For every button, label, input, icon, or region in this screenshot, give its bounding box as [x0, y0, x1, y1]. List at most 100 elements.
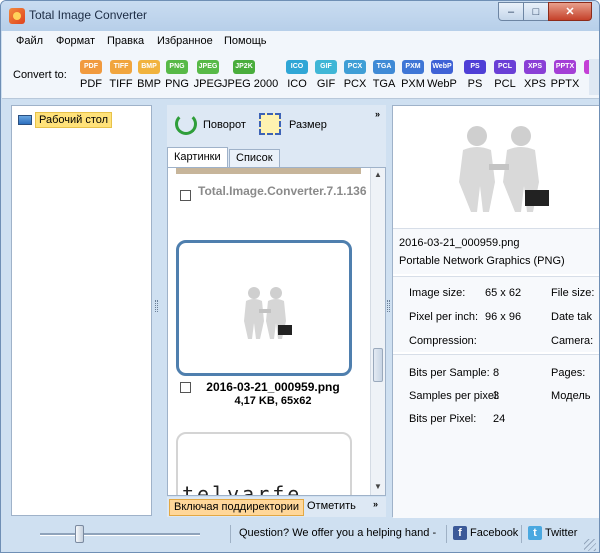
bits-per-pixel-label: Bits per Pixel:: [409, 413, 477, 425]
xps-format-icon: XPS: [524, 60, 546, 74]
desktop-icon: [18, 115, 32, 125]
convert-pdf-button[interactable]: PDF PDF: [76, 60, 106, 90]
info-filetype: Portable Network Graphics (PNG): [399, 255, 565, 267]
tree-item-desktop[interactable]: Рабочий стол: [18, 112, 113, 128]
app-logo-icon: [9, 8, 25, 24]
format-label: BMP: [137, 78, 161, 90]
preview-image: [459, 126, 549, 212]
minimize-button[interactable]: –: [498, 2, 524, 21]
convert-xps-button[interactable]: XPS XPS: [520, 60, 550, 90]
folder-tree[interactable]: Рабочий стол: [11, 105, 152, 516]
convert-gif-button[interactable]: GIF GIF: [311, 60, 341, 90]
format-label: PDF: [80, 78, 102, 90]
convert-bmp-button[interactable]: BMP BMP: [134, 60, 164, 90]
menu-format[interactable]: Формат: [56, 35, 95, 47]
format-label: PCX: [343, 78, 367, 90]
convert-pcl-button[interactable]: PCL PCL: [490, 60, 520, 90]
zoom-slider-thumb[interactable]: [75, 525, 84, 543]
convert-jpeg2000-button[interactable]: JP2K JPEG 2000: [222, 60, 278, 90]
convert-pxm-button[interactable]: PXM PXM: [398, 60, 428, 90]
model-label: Модель: [551, 390, 591, 402]
image-properties: Image size: 65 x 62 File size: Pixel per…: [393, 276, 599, 352]
jpeg-format-icon: JPEG: [197, 60, 219, 74]
webp-format-icon: WebP: [431, 60, 453, 74]
tab-pictures[interactable]: Картинки: [167, 147, 228, 167]
resize-button[interactable]: Размер: [289, 119, 327, 131]
mark-button[interactable]: Отметить: [303, 499, 360, 516]
date-taken-label: Date tak: [551, 311, 592, 323]
convert-pcx-button[interactable]: PCX PCX: [340, 60, 370, 90]
file-checkbox[interactable]: [180, 382, 191, 393]
convert-webp-button[interactable]: WebP WebP: [427, 60, 457, 90]
format-label: TGA: [372, 78, 396, 90]
format-label: XPS: [523, 78, 546, 90]
thumbnail-selected[interactable]: [176, 240, 352, 376]
include-subdirs-toggle[interactable]: Включая поддиректории: [169, 499, 304, 516]
filter-overflow-icon[interactable]: »: [373, 499, 378, 509]
color-properties: Bits per Sample: 8 Pages: Samples per pi…: [393, 354, 599, 518]
status-divider: [521, 525, 522, 543]
twitter-link[interactable]: Twitter: [545, 527, 577, 539]
facebook-icon[interactable]: f: [453, 526, 467, 540]
zoom-slider[interactable]: [40, 525, 200, 543]
tab-list[interactable]: Список: [229, 149, 280, 167]
left-splitter[interactable]: [154, 105, 160, 516]
file-checkbox[interactable]: [180, 190, 191, 201]
info-filename: 2016-03-21_000959.png: [399, 237, 520, 249]
samples-per-pixel-value: 3: [493, 390, 500, 402]
twitter-icon[interactable]: t: [528, 526, 542, 540]
convert-ico-button[interactable]: ICO ICO: [282, 60, 312, 90]
menu-favorites[interactable]: Избранное: [157, 35, 213, 47]
convert-ps-button[interactable]: PS PS: [460, 60, 490, 90]
scroll-down-icon[interactable]: ▼: [374, 482, 382, 491]
status-bar: Question? We offer you a helping hand - …: [2, 519, 599, 552]
file-size-label: File size:: [551, 287, 595, 299]
scroll-up-icon[interactable]: ▲: [374, 170, 382, 179]
window-title: Total Image Converter: [29, 8, 148, 22]
resize-icon[interactable]: [259, 113, 281, 135]
menu-file[interactable]: Файл: [16, 35, 43, 47]
splitter-grip: [155, 300, 158, 312]
resize-grip[interactable]: [584, 539, 596, 551]
convert-png-button[interactable]: PNG PNG: [162, 60, 192, 90]
ico-format-icon: ICO: [286, 60, 308, 74]
format-label: PNG: [165, 78, 189, 90]
ps-format-icon: PS: [464, 60, 486, 74]
pdf-format-icon: PDF: [80, 60, 102, 74]
title-bar: Total Image Converter – □ ✕: [1, 1, 599, 31]
scrollbar-thumb[interactable]: [373, 348, 383, 382]
png-format-icon: PNG: [166, 60, 188, 74]
toolbar-overflow-button[interactable]: [589, 59, 599, 95]
convert-pptx-button[interactable]: PPTX PPTX: [550, 60, 580, 90]
format-label: TIFF: [109, 78, 133, 90]
ppi-value: 96 x 96: [485, 311, 522, 323]
business-handshake-image: [234, 281, 296, 341]
actions-overflow-icon[interactable]: »: [375, 109, 380, 119]
format-label: JPEG: [193, 78, 223, 90]
status-divider: [446, 525, 447, 543]
format-label: PPTX: [550, 78, 580, 90]
file-summary: 2016-03-21_000959.png Portable Network G…: [393, 228, 599, 274]
convert-tiff-button[interactable]: TIFF TIFF: [106, 60, 136, 90]
facebook-link[interactable]: Facebook: [470, 527, 518, 539]
thumbnail[interactable]: telvarfe: [176, 432, 352, 495]
menu-help[interactable]: Помощь: [224, 35, 267, 47]
thumbnail-scrollbar[interactable]: ▲ ▼: [370, 168, 385, 495]
gif-format-icon: GIF: [315, 60, 337, 74]
format-label: PCL: [494, 78, 516, 90]
format-label: PS: [467, 78, 483, 90]
rotate-icon[interactable]: [175, 113, 197, 135]
convert-jpeg-button[interactable]: JPEG JPEG: [193, 60, 223, 90]
bits-per-sample-label: Bits per Sample:: [409, 367, 490, 379]
bits-per-sample-value: 8: [493, 367, 500, 379]
close-button[interactable]: ✕: [548, 2, 592, 21]
menu-bar: Файл Формат Правка Избранное Помощь: [2, 31, 599, 51]
convert-tga-button[interactable]: TGA TGA: [369, 60, 399, 90]
rotate-button[interactable]: Поворот: [203, 119, 246, 131]
previous-thumbnail-edge: [176, 168, 361, 174]
bmp-format-icon: BMP: [138, 60, 160, 74]
image-actions-bar: Поворот Размер »: [167, 105, 386, 147]
tree-item-label: Рабочий стол: [35, 112, 113, 128]
maximize-button[interactable]: □: [523, 2, 549, 21]
menu-edit[interactable]: Правка: [107, 35, 144, 47]
